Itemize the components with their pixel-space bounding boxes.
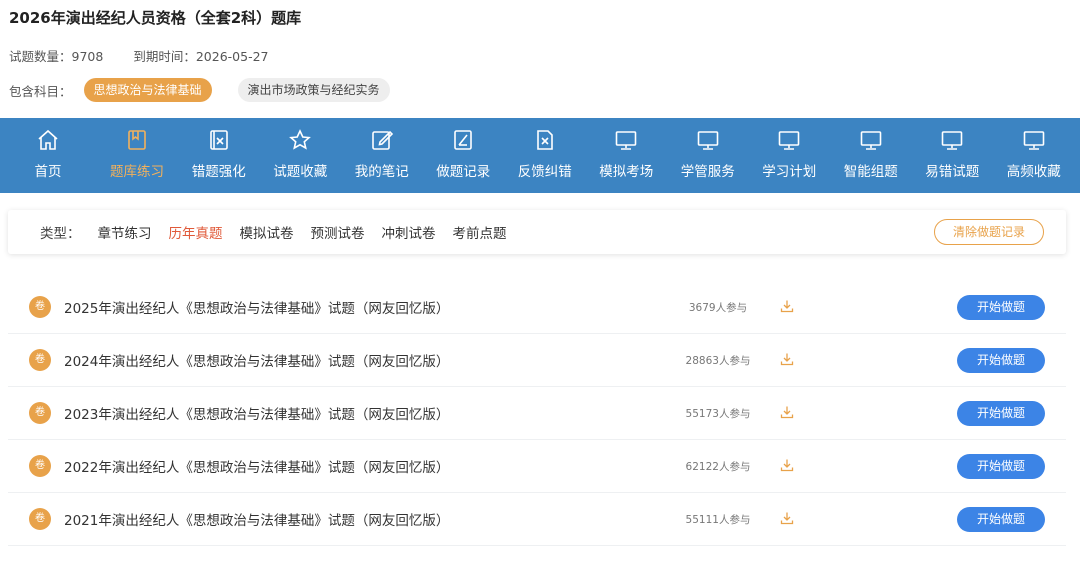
- filter-sprint-papers[interactable]: 冲刺试卷: [382, 222, 436, 242]
- nav-item-error-prone[interactable]: 易错试题: [912, 118, 994, 193]
- participant-count: 3679人参与: [688, 301, 748, 314]
- download-icon[interactable]: [780, 458, 794, 472]
- nav-label: 题库练习: [110, 164, 164, 180]
- download-icon[interactable]: [780, 511, 794, 525]
- monitor-icon: [778, 131, 800, 150]
- paper-title[interactable]: 2023年演出经纪人《思想政治与法律基础》试题（网友回忆版）: [64, 403, 449, 423]
- nav-label: 反馈纠错: [517, 164, 572, 180]
- subjects-label: 包含科目：: [9, 83, 72, 99]
- subject-tag-politics-law[interactable]: 思想政治与法律基础: [83, 78, 212, 102]
- type-filter-bar: 类型： 章节练习 历年真题 模拟试卷 预测试卷 冲刺试卷 考前点题 清除做题记录: [8, 210, 1066, 254]
- page-title: 2026年演出经纪人员资格（全套2科）题库: [9, 9, 302, 27]
- home-icon: [38, 129, 58, 150]
- nav-item-home[interactable]: 首页: [0, 118, 96, 193]
- filter-chapter-practice[interactable]: 章节练习: [98, 222, 152, 242]
- nav-label: 智能组题: [843, 164, 898, 180]
- record-icon: [454, 130, 473, 150]
- filter-past-exams[interactable]: 历年真题: [169, 222, 223, 242]
- list-item: 卷 2023年演出经纪人《思想政治与法律基础》试题（网友回忆版） 55173人参…: [8, 387, 1066, 440]
- nav-item-feedback[interactable]: 反馈纠错: [504, 118, 586, 193]
- nav-label: 试题收藏: [273, 164, 328, 180]
- participant-count: 55173人参与: [685, 407, 751, 420]
- participant-count: 55111人参与: [685, 513, 751, 526]
- clear-records-button[interactable]: 清除做题记录: [934, 219, 1044, 245]
- question-count: 试题数量：9708: [9, 49, 104, 64]
- paper-title[interactable]: 2022年演出经纪人《思想政治与法律基础》试题（网友回忆版）: [64, 456, 449, 476]
- book-icon: [128, 130, 146, 150]
- nav-label: 易错试题: [925, 164, 980, 180]
- nav-item-study-service[interactable]: 学管服务: [667, 118, 749, 193]
- monitor-icon: [615, 131, 637, 150]
- download-icon[interactable]: [780, 405, 794, 419]
- nav-item-study-plan[interactable]: 学习计划: [749, 118, 831, 193]
- nav-label: 首页: [34, 164, 62, 180]
- list-item: 卷 2021年演出经纪人《思想政治与法律基础》试题（网友回忆版） 55111人参…: [8, 493, 1066, 546]
- nav-item-favorites[interactable]: 试题收藏: [260, 118, 342, 193]
- list-item: 卷 2024年演出经纪人《思想政治与法律基础》试题（网友回忆版） 28863人参…: [8, 334, 1066, 387]
- participant-count: 28863人参与: [685, 354, 751, 367]
- filter-predict-papers[interactable]: 预测试卷: [311, 222, 365, 242]
- expire-date: 到期时间：2026-05-27: [133, 49, 269, 64]
- participant-count: 62122人参与: [685, 460, 751, 473]
- paper-badge: 卷: [29, 402, 51, 424]
- start-button[interactable]: 开始做题: [957, 454, 1045, 479]
- nav-label: 做题记录: [436, 164, 491, 180]
- x-file-icon: [536, 130, 553, 150]
- star-icon: [289, 129, 312, 150]
- paper-badge: 卷: [29, 455, 51, 477]
- nav-label: 错题强化: [191, 164, 246, 180]
- main-nav: 首页 题库练习 错题强化 试题收藏 我的笔记 做题记录 反馈纠错 模拟考场 学管…: [0, 118, 1080, 193]
- start-button[interactable]: 开始做题: [957, 507, 1045, 532]
- nav-label: 学管服务: [680, 164, 735, 180]
- monitor-icon: [697, 131, 719, 150]
- nav-item-records[interactable]: 做题记录: [423, 118, 505, 193]
- start-button[interactable]: 开始做题: [957, 295, 1045, 320]
- nav-item-wrong-questions[interactable]: 错题强化: [178, 118, 260, 193]
- nav-item-smart-compose[interactable]: 智能组题: [830, 118, 912, 193]
- nav-item-practice[interactable]: 题库练习: [96, 118, 178, 193]
- nav-label: 模拟考场: [599, 164, 654, 180]
- monitor-icon: [1023, 131, 1045, 150]
- list-item: 卷 2022年演出经纪人《思想政治与法律基础》试题（网友回忆版） 62122人参…: [8, 440, 1066, 493]
- start-button[interactable]: 开始做题: [957, 401, 1045, 426]
- x-doc-icon: [209, 130, 228, 150]
- nav-item-high-frequency[interactable]: 高频收藏: [993, 118, 1075, 193]
- edit-icon: [371, 130, 393, 150]
- download-icon[interactable]: [780, 352, 794, 366]
- filter-pre-exam-tips[interactable]: 考前点题: [453, 222, 507, 242]
- paper-badge: 卷: [29, 349, 51, 371]
- nav-item-notes[interactable]: 我的笔记: [341, 118, 423, 193]
- filter-label: 类型：: [40, 226, 81, 242]
- bank-meta: 试题数量：9708 到期时间：2026-05-27: [9, 46, 269, 65]
- paper-badge: 卷: [29, 296, 51, 318]
- paper-title[interactable]: 2025年演出经纪人《思想政治与法律基础》试题（网友回忆版）: [64, 297, 449, 317]
- exam-list: 卷 2025年演出经纪人《思想政治与法律基础》试题（网友回忆版） 3679人参与…: [8, 281, 1066, 546]
- monitor-icon: [860, 131, 882, 150]
- nav-label: 高频收藏: [1006, 164, 1061, 180]
- download-icon[interactable]: [780, 299, 794, 313]
- subject-tag-policy-practice[interactable]: 演出市场政策与经纪实务: [237, 78, 390, 102]
- monitor-icon: [941, 131, 963, 150]
- paper-badge: 卷: [29, 508, 51, 530]
- paper-title[interactable]: 2024年演出经纪人《思想政治与法律基础》试题（网友回忆版）: [64, 350, 449, 370]
- start-button[interactable]: 开始做题: [957, 348, 1045, 373]
- list-item: 卷 2025年演出经纪人《思想政治与法律基础》试题（网友回忆版） 3679人参与…: [8, 281, 1066, 334]
- nav-item-mock-exam[interactable]: 模拟考场: [586, 118, 668, 193]
- nav-label: 学习计划: [762, 164, 817, 180]
- subjects-row: 包含科目： 思想政治与法律基础 演出市场政策与经纪实务: [9, 78, 390, 102]
- paper-title[interactable]: 2021年演出经纪人《思想政治与法律基础》试题（网友回忆版）: [64, 509, 449, 529]
- nav-label: 我的笔记: [354, 164, 409, 180]
- filter-mock-papers[interactable]: 模拟试卷: [240, 222, 294, 242]
